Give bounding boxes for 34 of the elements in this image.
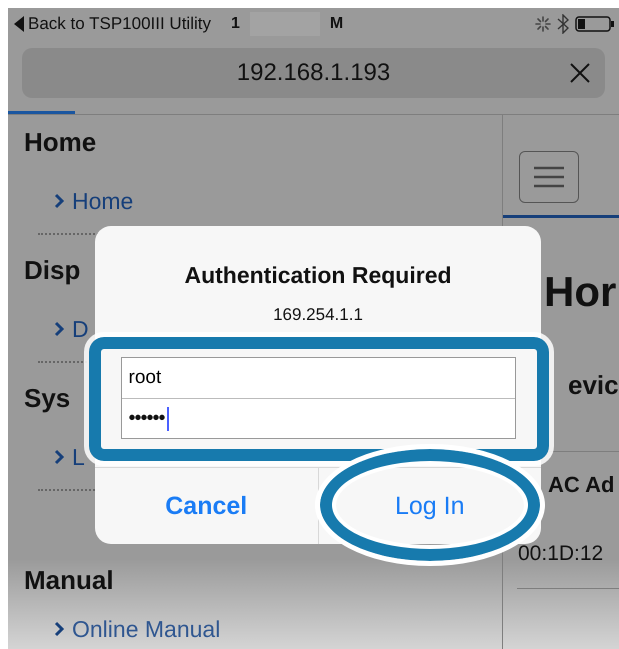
password-field[interactable]: •••••• — [122, 398, 514, 438]
chevron-icon — [54, 321, 65, 337]
cancel-button[interactable]: Cancel — [95, 468, 318, 544]
sidebar-link[interactable]: Home — [72, 187, 134, 215]
sidebar-link[interactable]: Online Manual — [72, 615, 220, 643]
battery-icon — [575, 16, 615, 32]
back-triangle-icon[interactable] — [14, 16, 24, 32]
activity-spinner-icon — [535, 16, 551, 32]
dialog-title: Authentication Required — [184, 262, 452, 289]
back-link[interactable]: Back to TSP100III Utility — [28, 14, 211, 34]
url-text: 192.168.1.193 — [236, 59, 390, 87]
username-field[interactable]: root — [122, 358, 514, 398]
field-label: AC Ad — [548, 472, 616, 498]
chevron-icon — [54, 193, 65, 209]
chevron-icon — [54, 621, 65, 637]
chevron-icon — [54, 449, 65, 465]
sidebar-link[interactable]: D — [72, 315, 89, 343]
time-text: 1 — [230, 15, 240, 33]
address-bar[interactable]: 192.168.1.193 — [22, 48, 605, 98]
section-heading: Disp — [24, 255, 80, 285]
section-heading: Sys — [24, 383, 70, 413]
time-text: M — [330, 15, 344, 33]
host-text: 169.254.1.1 — [273, 305, 363, 325]
bluetooth-icon — [557, 14, 569, 34]
section-heading: evic — [568, 370, 619, 401]
section-heading: Home — [24, 127, 96, 157]
close-icon[interactable] — [569, 62, 591, 84]
page-title: Hor — [544, 268, 618, 316]
section-heading: Manual — [24, 565, 114, 595]
sidebar-link[interactable]: L — [72, 443, 85, 471]
menu-button[interactable] — [519, 151, 579, 203]
menu-icon — [532, 165, 566, 189]
login-button[interactable]: Log In — [318, 468, 541, 544]
field-value: 00:1D:12 — [518, 542, 604, 566]
